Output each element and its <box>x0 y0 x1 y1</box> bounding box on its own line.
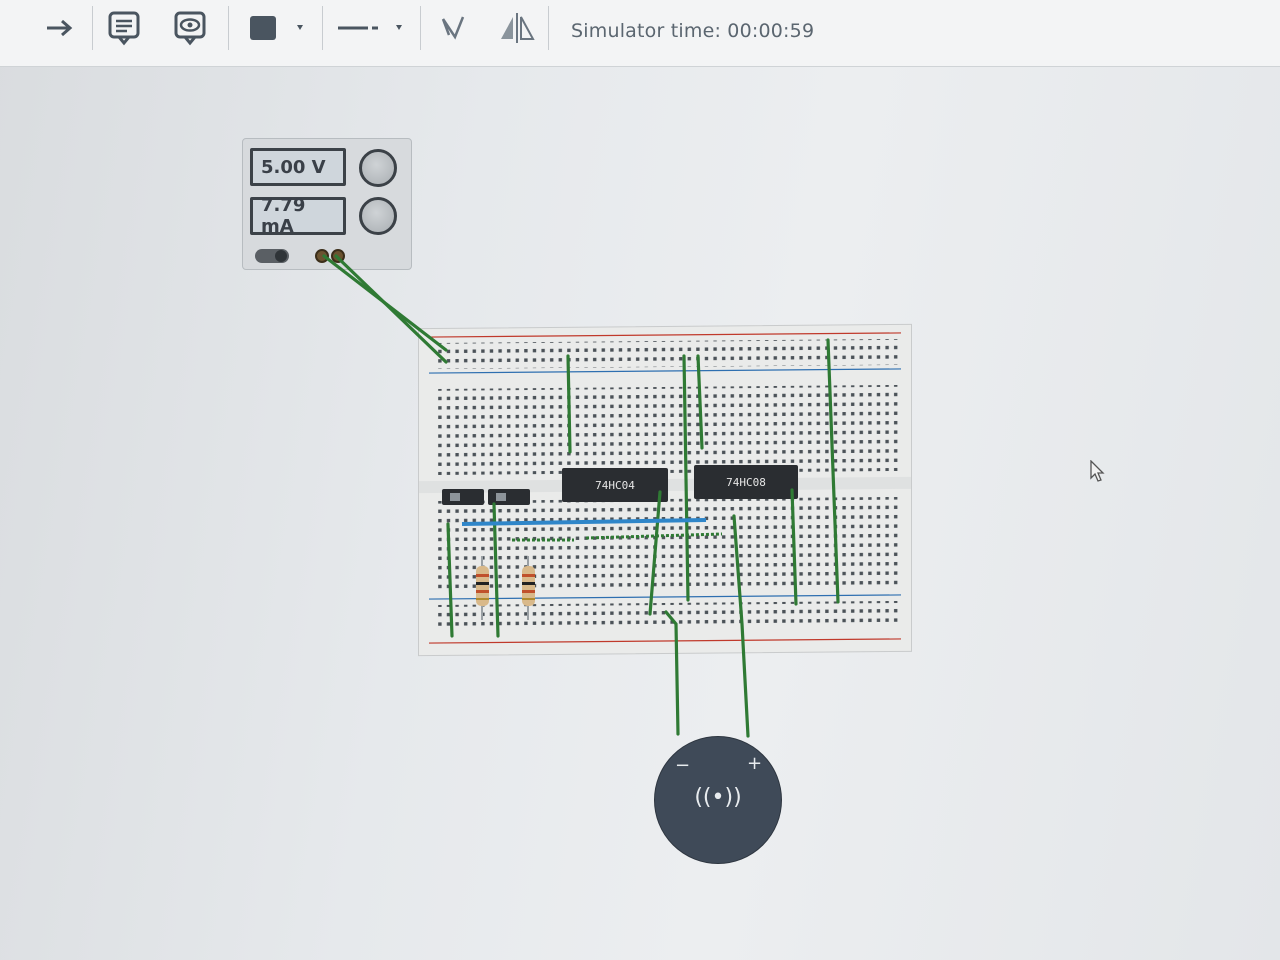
voltage-knob[interactable] <box>359 149 397 187</box>
positive-terminal[interactable] <box>331 249 345 263</box>
toolbar-divider <box>420 6 421 50</box>
power-toggle[interactable] <box>255 249 289 263</box>
power-supply[interactable]: 5.00 V 7.79 mA <box>242 138 412 270</box>
arrow-right-icon[interactable] <box>40 8 80 48</box>
eye-icon[interactable] <box>168 8 212 48</box>
slide-switch-2[interactable] <box>488 489 530 505</box>
toolbar-divider <box>322 6 323 50</box>
mirror-icon[interactable] <box>494 8 540 48</box>
toolbar-divider <box>228 6 229 50</box>
chip-74hc08[interactable]: 74HC08 <box>694 465 798 499</box>
note-icon[interactable] <box>102 8 146 48</box>
slide-switch-1[interactable] <box>442 489 484 505</box>
current-knob[interactable] <box>359 197 397 235</box>
voltage-display: 5.00 V <box>250 148 346 186</box>
line-style-icon[interactable] <box>332 8 412 48</box>
negative-terminal[interactable] <box>315 249 329 263</box>
toolbar-divider <box>548 6 549 50</box>
rotate-icon[interactable] <box>432 8 472 48</box>
toolbar: Simulator time: 00:00:59 <box>0 0 1280 67</box>
color-swatch-icon[interactable] <box>240 8 314 48</box>
buzzer-positive-label: + <box>747 753 763 774</box>
sound-wave-icon: ((•)) <box>694 785 742 810</box>
buzzer-negative-label: − <box>675 755 691 776</box>
current-display: 7.79 mA <box>250 195 346 237</box>
chip-74hc04[interactable]: 74HC04 <box>562 468 668 502</box>
simulator-time: Simulator time: 00:00:59 <box>571 20 815 42</box>
toolbar-divider <box>92 6 93 50</box>
mouse-cursor-icon <box>1090 460 1105 482</box>
piezo-buzzer[interactable]: − + ((•)) <box>654 736 782 864</box>
